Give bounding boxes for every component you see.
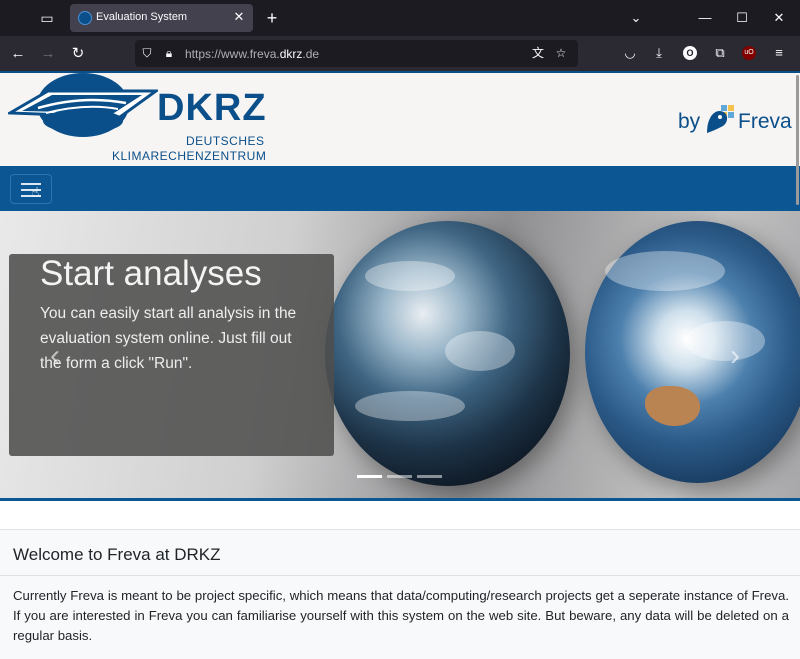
carousel-indicators	[357, 475, 447, 479]
shield-icon[interactable]: ⛉	[139, 45, 155, 61]
web-page: DKRZ DEUTSCHES KLIMARECHENZENTRUM by Fre…	[0, 71, 800, 659]
carousel-indicator[interactable]	[387, 475, 412, 478]
reload-icon[interactable]: ↻	[67, 43, 89, 65]
welcome-section: Welcome to Freva at DRKZ Currently Freva…	[0, 529, 800, 659]
freva-bird-icon[interactable]	[703, 103, 737, 137]
cloud-swirl	[445, 331, 515, 371]
freva-name-label: Freva	[738, 110, 792, 133]
logo-brand-text: DKRZ	[157, 87, 267, 129]
carousel-next-icon[interactable]: ›	[730, 341, 750, 371]
hand-cursor-icon: ☝	[31, 184, 40, 200]
cloud-swirl	[355, 391, 465, 421]
account-icon[interactable]: O	[683, 46, 697, 60]
divider	[0, 575, 800, 576]
maximize-icon[interactable]: ☐	[732, 8, 752, 28]
back-icon[interactable]: ←	[7, 43, 29, 65]
carousel-slide-title: Start analyses	[40, 254, 262, 293]
bookmark-star-icon[interactable]: ☆	[553, 45, 569, 61]
close-window-icon[interactable]: ✕	[769, 8, 789, 28]
browser-tab-strip: ▭ Evaluation System ✕ + ⌄ — ☐ ✕	[0, 0, 800, 36]
cloud-swirl	[605, 251, 725, 291]
download-icon[interactable]: ⤓	[649, 43, 669, 63]
new-tab-icon[interactable]: +	[262, 8, 282, 28]
hamburger-menu-icon[interactable]: ≡	[769, 43, 789, 63]
forward-icon[interactable]: →	[37, 43, 59, 65]
carousel-indicator[interactable]	[417, 475, 442, 478]
site-menu-bar: ☝	[0, 166, 800, 211]
earth-globe-image	[585, 221, 800, 483]
browser-nav-bar: ← → ↻ ⛉ 🔒︎ https://www.freva.dkrz.de 文 ☆…	[0, 36, 800, 71]
carousel-slide-text: You can easily start all analysis in the…	[40, 305, 297, 372]
tab-list-icon[interactable]: ▭	[36, 8, 58, 28]
hero-carousel[interactable]: Start analyses You can easily start all …	[0, 211, 800, 501]
logo-subtitle-line2: KLIMARECHENZENTRUM	[112, 149, 267, 163]
earth-globe-image	[325, 221, 570, 486]
extensions-icon[interactable]: ⧉	[710, 43, 730, 63]
freva-by-label: by	[678, 110, 701, 133]
carousel-indicator[interactable]	[357, 475, 382, 478]
favicon-icon	[78, 11, 92, 25]
page-scrollbar[interactable]	[794, 71, 800, 659]
lock-icon[interactable]: 🔒︎	[161, 45, 177, 61]
tab-title: Evaluation System	[96, 11, 188, 23]
cloud-swirl	[685, 321, 765, 361]
browser-tab-active[interactable]: Evaluation System ✕	[70, 4, 253, 32]
url-text[interactable]: https://www.freva.dkrz.de	[185, 47, 319, 61]
minimize-icon[interactable]: —	[695, 8, 715, 28]
address-bar[interactable]: ⛉ 🔒︎ https://www.freva.dkrz.de 文 ☆	[135, 40, 578, 67]
ublock-icon[interactable]: uO	[742, 46, 756, 60]
welcome-paragraph: Currently Freva is meant to be project s…	[13, 588, 789, 643]
site-header: DKRZ DEUTSCHES KLIMARECHENZENTRUM by Fre…	[0, 71, 800, 166]
chevron-down-icon[interactable]: ⌄	[626, 8, 646, 28]
australia-landmass	[645, 386, 700, 426]
tab-close-icon[interactable]: ✕	[231, 9, 247, 25]
translate-icon[interactable]: 文	[530, 45, 546, 61]
carousel-prev-icon[interactable]: ‹	[50, 341, 70, 371]
cloud-swirl	[365, 261, 455, 291]
welcome-heading: Welcome to Freva at DRKZ	[13, 545, 221, 564]
pocket-icon[interactable]: ◡	[620, 43, 640, 63]
logo-subtitle-line1: DEUTSCHES	[186, 134, 265, 148]
scrollbar-thumb[interactable]	[796, 75, 799, 205]
